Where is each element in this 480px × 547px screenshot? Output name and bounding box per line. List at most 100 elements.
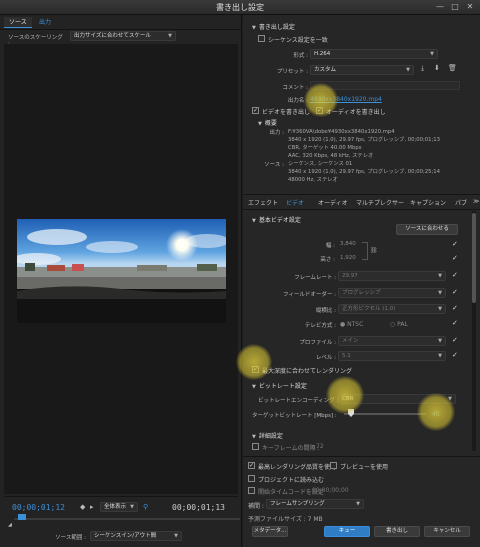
preset-dropdown[interactable]: カスタム ▼	[310, 65, 414, 75]
profile-dropdown[interactable]: メイン ▼	[338, 336, 446, 346]
width-label: 幅 :	[325, 243, 335, 249]
match-sequence-checkbox[interactable]	[258, 35, 265, 42]
level-checkmark[interactable]: ✓	[452, 351, 458, 359]
collapse-triangle-icon: ▼	[258, 121, 262, 127]
chain-link-icon[interactable]: ⛓	[370, 247, 378, 254]
import-project-checkbox[interactable]	[248, 475, 255, 482]
export-settings-header[interactable]: ▼ 書き出し設定	[252, 22, 295, 31]
aspect-label: 縦横比 :	[315, 308, 336, 314]
aspect-checkmark[interactable]: ✓	[452, 304, 458, 312]
bitrate-header[interactable]: ▼ ビットレート設定	[252, 381, 307, 390]
frame-rate-dropdown[interactable]: 29.97 ▼	[338, 271, 446, 281]
timeline-track[interactable]	[14, 518, 240, 520]
fit-dropdown[interactable]: 全体表示 ▼	[100, 502, 138, 512]
encoding-value: CBR	[342, 396, 354, 402]
pal-radio[interactable]: ○ PAL	[390, 321, 408, 328]
set-timecode-checkbox[interactable]	[248, 487, 255, 494]
tab-publish[interactable]: パブ	[455, 198, 467, 207]
save-preset-icon[interactable]: ⤓	[421, 64, 424, 73]
aspect-dropdown[interactable]: 正方形ピクセル (1.0) ▼	[338, 304, 446, 314]
pal-label: PAL	[397, 321, 408, 328]
export-video-checkbox[interactable]: ✓	[252, 107, 259, 114]
timecode-value[interactable]: 00;00;00;00	[312, 487, 349, 494]
timeline-divider	[4, 496, 238, 497]
target-bitrate-value[interactable]: 40	[432, 411, 440, 418]
in-point-icon[interactable]: ◢	[8, 522, 12, 528]
range-value: シーケンスイン/アウト間	[94, 533, 157, 539]
minimize-icon[interactable]: —	[433, 2, 447, 12]
height-match-checkmark[interactable]: ✓	[452, 254, 458, 262]
basic-video-header[interactable]: ▼ 基本ビデオ設定	[252, 215, 301, 224]
import-project-label: プロジェクトに読み込む	[258, 477, 325, 484]
fit-value: 全体表示	[104, 504, 127, 510]
close-icon[interactable]: ✕	[463, 2, 477, 12]
format-dropdown[interactable]: H.264 ▼	[310, 49, 438, 59]
safe-margin-icon[interactable]: ⚲	[143, 503, 148, 511]
keyframe-value[interactable]: 72	[316, 443, 324, 450]
tab-source[interactable]: ソース	[4, 17, 32, 28]
tab-output[interactable]: 出力	[34, 17, 56, 28]
output-name-link[interactable]: 4930xx3840x1920.mp4	[310, 96, 382, 103]
export-button[interactable]: 書き出し	[374, 526, 420, 537]
mark-out-icon[interactable]: ▸	[90, 503, 94, 511]
target-bitrate-track[interactable]	[344, 413, 426, 415]
scaling-dropdown[interactable]: 出力サイズに合わせてスケール ▼	[70, 31, 176, 41]
height-label: 高さ :	[320, 257, 335, 263]
tab-audio[interactable]: オーディオ	[318, 198, 348, 207]
ntsc-label: NTSC	[347, 321, 364, 328]
level-value: 5.1	[342, 353, 351, 359]
chevron-down-icon: ▼	[438, 290, 442, 296]
width-value[interactable]: 3,840	[340, 241, 356, 247]
scrollbar-thumb[interactable]	[472, 213, 476, 303]
cancel-button[interactable]: キャンセル	[424, 526, 470, 537]
tab-effects[interactable]: エフェクト	[248, 198, 278, 207]
bitrate-title: ビットレート設定	[258, 383, 307, 390]
export-audio-checkbox[interactable]: ✓	[316, 107, 323, 114]
field-order-dropdown[interactable]: プログレッシブ ▼	[338, 288, 446, 298]
tab-multiplexer[interactable]: マルチプレクサー	[356, 198, 404, 207]
mark-in-icon[interactable]: ◆	[80, 503, 85, 511]
import-preset-icon[interactable]: ⬇	[434, 64, 440, 72]
ntsc-radio[interactable]: ● NTSC	[340, 321, 363, 328]
chevron-down-icon: ▼	[406, 67, 410, 73]
keyframe-checkbox[interactable]	[252, 443, 259, 450]
summary-output-line: CBR, ターゲット 40.00 Mbps	[288, 145, 362, 151]
max-depth-checkbox[interactable]: ✓	[252, 366, 259, 373]
advanced-header[interactable]: ▼ 詳細設定	[252, 431, 283, 440]
summary-output-line: 3840 x 1920 (1.0), 29.97 fps, プログレッシブ, 0…	[288, 137, 441, 143]
chevron-down-icon: ▼	[430, 51, 434, 57]
chevron-down-icon: ▼	[438, 338, 442, 344]
link-bracket	[362, 242, 368, 260]
field-order-label: フィールドオーダー :	[283, 292, 336, 298]
target-bitrate-label: ターゲットビットレート [Mbps] :	[252, 413, 337, 419]
chevron-down-icon: ▼	[448, 396, 452, 402]
delete-preset-icon[interactable]: 🗑	[448, 64, 457, 72]
max-quality-checkbox[interactable]: ✓	[248, 462, 255, 469]
level-dropdown[interactable]: 5.1 ▼	[338, 351, 446, 361]
tabs-overflow-icon[interactable]: ≫	[473, 198, 479, 205]
frame-rate-value: 29.97	[342, 273, 358, 279]
tab-captions[interactable]: キャプション	[410, 198, 446, 207]
field-order-checkmark[interactable]: ✓	[452, 288, 458, 296]
maximize-icon[interactable]: □	[448, 2, 462, 12]
match-source-button[interactable]: ソースに合わせる	[396, 224, 458, 235]
range-dropdown[interactable]: シーケンスイン/アウト間 ▼	[90, 531, 182, 541]
profile-checkmark[interactable]: ✓	[452, 336, 458, 344]
tv-standard-checkmark[interactable]: ✓	[452, 319, 458, 327]
width-match-checkmark[interactable]: ✓	[452, 240, 458, 248]
aspect-value: 正方形ピクセル (1.0)	[342, 306, 396, 312]
tab-divider	[0, 29, 242, 30]
frame-rate-checkmark[interactable]: ✓	[452, 271, 458, 279]
use-preview-checkbox[interactable]	[330, 462, 337, 469]
format-label: 形式 :	[293, 53, 308, 59]
metadata-button[interactable]: メタデータ...	[252, 526, 288, 537]
height-value[interactable]: 1,920	[340, 255, 356, 261]
summary-header[interactable]: ▼ 概要	[258, 118, 277, 127]
playhead-handle[interactable]	[18, 514, 26, 520]
export-audio-label: オーディオを書き出し	[326, 109, 386, 116]
queue-button[interactable]: キュー	[324, 526, 370, 537]
timecode-in[interactable]: 00;00;01;12	[12, 503, 65, 512]
interp-dropdown[interactable]: フレームサンプリング ▼	[266, 499, 364, 509]
encoding-dropdown[interactable]: CBR ▼	[338, 394, 456, 404]
comment-input[interactable]	[310, 81, 460, 90]
